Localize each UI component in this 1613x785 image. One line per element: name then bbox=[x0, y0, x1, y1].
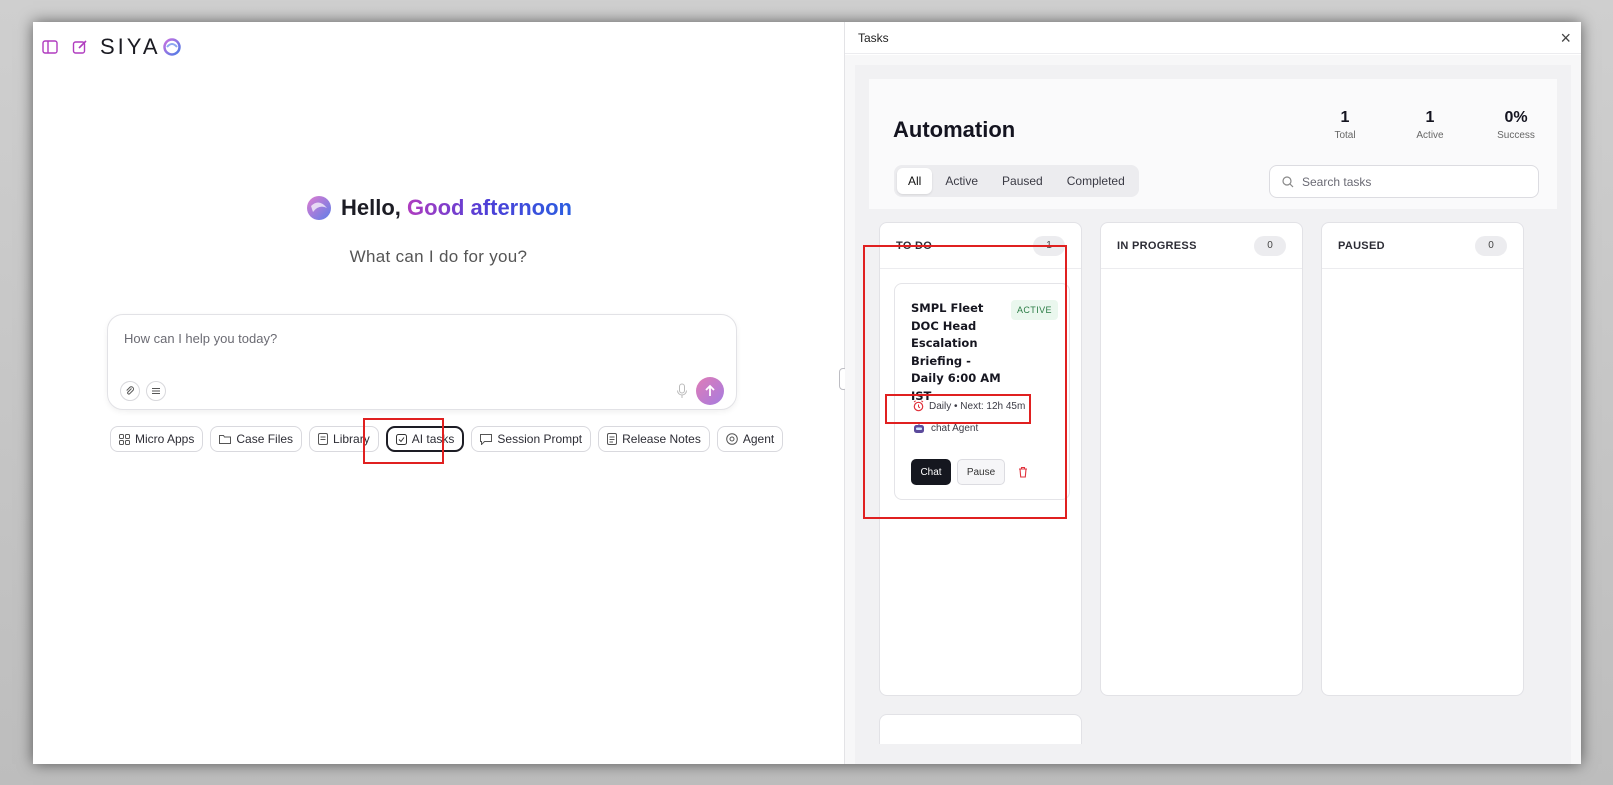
column-count: 1 bbox=[1033, 235, 1065, 256]
chip-agent[interactable]: Agent bbox=[716, 426, 784, 452]
stat-total: 1 Total bbox=[1321, 109, 1369, 141]
stat-success: 0% Success bbox=[1489, 109, 1543, 141]
app-window: SIYA Hello, Good afternoon What can I do… bbox=[33, 22, 1581, 764]
greeting-time-of-day: Good afternoon bbox=[407, 195, 572, 220]
delete-icon[interactable] bbox=[1015, 463, 1031, 481]
composer-placeholder[interactable]: How can I help you today? bbox=[124, 331, 277, 346]
tasks-panel-header: Tasks × bbox=[845, 22, 1581, 54]
column-count: 0 bbox=[1475, 235, 1507, 256]
filter-completed[interactable]: Completed bbox=[1056, 168, 1136, 194]
siya-logo-mark bbox=[162, 38, 181, 56]
column-header: PAUSED 0 bbox=[1322, 223, 1523, 269]
stat-value: 1 bbox=[1340, 109, 1350, 126]
tasks-panel: Tasks × Automation 1 Total 1 Active 0% S… bbox=[845, 22, 1581, 764]
column-paused: PAUSED 0 bbox=[1321, 222, 1524, 696]
document-icon bbox=[318, 433, 329, 445]
filter-active[interactable]: Active bbox=[934, 168, 989, 194]
search-icon bbox=[1282, 175, 1294, 187]
chip-label: Release Notes bbox=[622, 432, 701, 446]
top-bar: SIYA bbox=[40, 34, 181, 60]
alarm-clock-icon bbox=[913, 400, 924, 412]
column-header: TO DO 1 bbox=[880, 223, 1081, 269]
stat-label: Success bbox=[1497, 130, 1535, 141]
pause-button[interactable]: Pause bbox=[957, 459, 1005, 485]
siya-orb-icon bbox=[306, 196, 331, 220]
chip-case-files[interactable]: Case Files bbox=[210, 426, 303, 452]
greeting-hello: Hello, bbox=[340, 195, 401, 220]
microphone-icon[interactable] bbox=[676, 383, 690, 399]
column-todo: TO DO 1 SMPL Fleet DOC Head Escalation B… bbox=[879, 222, 1082, 696]
tasks-panel-body: Automation 1 Total 1 Active 0% Success A… bbox=[845, 55, 1581, 764]
chip-label: Case Files bbox=[236, 432, 294, 446]
chat-button[interactable]: Chat bbox=[911, 459, 951, 485]
new-chat-icon[interactable] bbox=[70, 37, 90, 57]
task-title: SMPL Fleet DOC Head Escalation Briefing … bbox=[911, 301, 1001, 403]
chat-pane: SIYA Hello, Good afternoon What can I do… bbox=[33, 22, 844, 764]
column-count: 0 bbox=[1254, 235, 1286, 256]
folder-icon bbox=[219, 435, 232, 444]
agent-name: chat Agent bbox=[931, 423, 979, 434]
arrow-up-icon bbox=[705, 384, 715, 396]
settings-sliders-icon[interactable] bbox=[146, 381, 166, 401]
filter-all[interactable]: All bbox=[897, 168, 933, 194]
search-input[interactable]: Search tasks bbox=[1269, 165, 1539, 198]
chip-release-notes[interactable]: Release Notes bbox=[598, 426, 710, 452]
task-agent: chat Agent bbox=[913, 423, 978, 434]
greeting-subtitle: What can I do for you? bbox=[349, 247, 528, 266]
column-name: PAUSED bbox=[1338, 239, 1385, 252]
task-card[interactable]: SMPL Fleet DOC Head Escalation Briefing … bbox=[894, 283, 1070, 500]
chip-label: Session Prompt bbox=[497, 432, 583, 446]
robot-icon bbox=[914, 423, 924, 433]
send-button[interactable] bbox=[696, 377, 724, 405]
chip-label: Agent bbox=[742, 432, 775, 446]
attach-icon[interactable] bbox=[120, 381, 140, 401]
notes-icon bbox=[607, 433, 618, 445]
stat-value: 1 bbox=[1425, 109, 1435, 126]
tasks-panel-title: Tasks bbox=[858, 31, 889, 45]
siya-logo: SIYA bbox=[100, 34, 181, 60]
chip-micro-apps[interactable]: Micro Apps bbox=[110, 426, 204, 452]
status-badge: ACTIVE bbox=[1011, 300, 1058, 320]
stat-label: Active bbox=[1416, 130, 1444, 141]
automation-header: Automation 1 Total 1 Active 0% Success A… bbox=[869, 79, 1557, 209]
schedule-text: Daily • Next: 12h 45m bbox=[929, 400, 1026, 412]
column-name: TO DO bbox=[896, 239, 933, 252]
chip-label: Library bbox=[333, 432, 370, 446]
column-header: IN PROGRESS 0 bbox=[1101, 223, 1302, 269]
brand-name: SIYA bbox=[100, 34, 161, 59]
filter-paused[interactable]: Paused bbox=[991, 168, 1054, 194]
status-filter: All Active Paused Completed bbox=[894, 165, 1139, 197]
stat-label: Total bbox=[1334, 130, 1356, 141]
tasks-scroll-area[interactable]: Automation 1 Total 1 Active 0% Success A… bbox=[855, 65, 1571, 764]
chip-ai-tasks[interactable]: AI tasks bbox=[385, 426, 465, 452]
greeting-heading: Hello, Good afternoon bbox=[341, 195, 572, 221]
grid-icon bbox=[119, 433, 130, 445]
greeting-row: Hello, Good afternoon bbox=[33, 194, 844, 222]
column-next-partial bbox=[879, 714, 1082, 744]
composer-tools bbox=[120, 381, 166, 401]
chat-bubble-icon bbox=[480, 433, 493, 445]
stat-active: 1 Active bbox=[1406, 109, 1454, 141]
message-composer[interactable]: How can I help you today? bbox=[107, 314, 737, 410]
column-name: IN PROGRESS bbox=[1117, 239, 1197, 252]
checkbox-icon bbox=[395, 433, 407, 445]
quick-actions: Micro Apps Case Files Library AI tasks S… bbox=[110, 426, 784, 452]
stat-value: 0% bbox=[1504, 109, 1528, 126]
column-in-progress: IN PROGRESS 0 bbox=[1100, 222, 1303, 696]
close-icon[interactable]: × bbox=[1560, 28, 1571, 49]
search-placeholder: Search tasks bbox=[1302, 174, 1372, 189]
chip-session-prompt[interactable]: Session Prompt bbox=[471, 426, 592, 452]
sidebar-toggle-icon[interactable] bbox=[40, 37, 60, 57]
chip-library[interactable]: Library bbox=[309, 426, 379, 452]
agent-icon bbox=[726, 433, 738, 445]
chip-label: AI tasks bbox=[411, 432, 455, 446]
automation-title: Automation bbox=[893, 117, 1016, 142]
task-schedule: Daily • Next: 12h 45m bbox=[913, 400, 1025, 412]
chip-label: Micro Apps bbox=[135, 432, 195, 446]
